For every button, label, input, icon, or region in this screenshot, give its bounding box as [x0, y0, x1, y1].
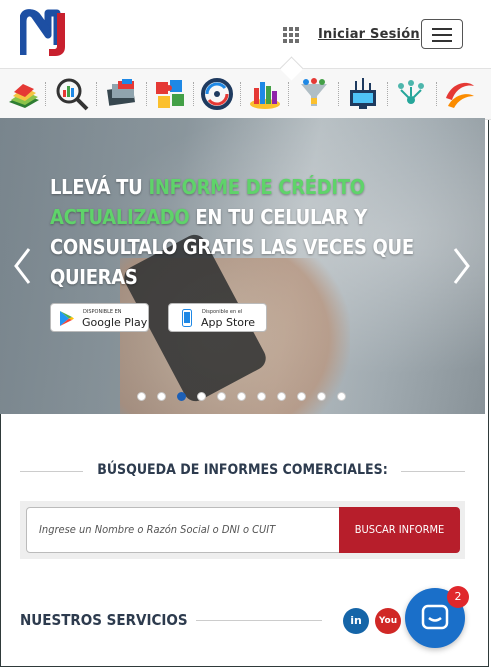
headline-line-3: CONSULTALO GRATIS LAS VECES QUE [50, 235, 414, 259]
separator [96, 82, 97, 106]
document-stack-icon[interactable] [104, 76, 140, 112]
carousel-dot[interactable] [137, 392, 146, 401]
separator [288, 82, 289, 106]
headline-white-1: LLEVÁ TU [50, 175, 149, 199]
search-panel: Ingrese un Nombre o Razón Social o DNI o… [20, 501, 465, 559]
separator [193, 82, 194, 106]
carousel-dot[interactable] [197, 392, 206, 401]
separator [436, 82, 437, 106]
next-arrow-icon[interactable] [452, 246, 472, 286]
hamburger-icon [432, 28, 452, 30]
services-icon-bar [0, 68, 491, 120]
google-play-icon [60, 311, 74, 326]
carousel-dot[interactable] [337, 392, 346, 401]
carousel-dot[interactable] [177, 392, 186, 401]
separator [146, 82, 147, 106]
prev-arrow-icon[interactable] [12, 246, 32, 286]
city-chart-icon[interactable] [247, 76, 283, 112]
chat-badge: 2 [447, 586, 469, 608]
app-store-badge[interactable]: Disponible en el App Store [168, 303, 267, 332]
chat-icon [421, 604, 449, 630]
refresh-circle-icon[interactable] [199, 76, 235, 112]
headline-green-1: INFORME DE CRÉDITO [148, 175, 365, 199]
phone-icon [182, 309, 192, 327]
search-title: BÚSQUEDA DE INFORMES COMERCIALES: [97, 462, 388, 478]
book-icon[interactable] [6, 76, 42, 112]
carousel-dot[interactable] [217, 392, 226, 401]
services-title: NUESTROS SERVICIOS [20, 611, 188, 629]
top-navbar: Iniciar Sesión [0, 0, 491, 68]
funnel-people-icon[interactable] [296, 76, 332, 112]
search-input[interactable]: Ingrese un Nombre o Razón Social o DNI o… [26, 507, 340, 553]
headline-green-2: ACTUALIZADO [50, 205, 190, 229]
monitor-icon[interactable] [345, 76, 381, 112]
menu-toggle-button[interactable] [421, 19, 463, 49]
google-play-small: DISPONIBLE EN [83, 309, 122, 315]
search-button[interactable]: BUSCAR INFORME [339, 507, 460, 553]
carousel-dot[interactable] [277, 392, 286, 401]
separator [240, 82, 241, 106]
ribbon-icon[interactable] [442, 76, 478, 112]
carousel-dot[interactable] [157, 392, 166, 401]
login-link[interactable]: Iniciar Sesión [318, 27, 420, 42]
app-store-small: Disponible en el [202, 309, 243, 315]
nj-logo-icon[interactable] [20, 9, 72, 57]
linkedin-icon[interactable]: in [343, 608, 369, 634]
hamburger-line [432, 34, 452, 36]
divider-right [401, 471, 465, 472]
separator [45, 82, 46, 106]
hero-carousel[interactable]: LLEVÁ TU INFORME DE CRÉDITO ACTUALIZADO … [0, 118, 485, 414]
services-divider [196, 620, 322, 621]
carousel-dot[interactable] [237, 392, 246, 401]
google-play-label: Google Play [82, 316, 148, 329]
carousel-dot[interactable] [297, 392, 306, 401]
headline-white-2: EN TU CELULAR Y [189, 205, 368, 229]
magnifier-chart-icon[interactable] [54, 76, 90, 112]
separator [338, 82, 339, 106]
google-play-badge[interactable]: DISPONIBLE EN Google Play [50, 303, 149, 332]
apps-grid-icon[interactable] [283, 27, 299, 43]
hero-headline: LLEVÁ TU INFORME DE CRÉDITO ACTUALIZADO … [50, 172, 430, 292]
headline-line-4: QUIERAS [50, 265, 138, 289]
hamburger-line [432, 40, 452, 42]
app-store-label: App Store [201, 316, 256, 329]
youtube-icon[interactable]: You [375, 608, 401, 634]
separator [387, 82, 388, 106]
people-network-icon[interactable] [393, 76, 429, 112]
puzzle-icon[interactable] [152, 76, 188, 112]
carousel-dot[interactable] [317, 392, 326, 401]
carousel-dot[interactable] [257, 392, 266, 401]
